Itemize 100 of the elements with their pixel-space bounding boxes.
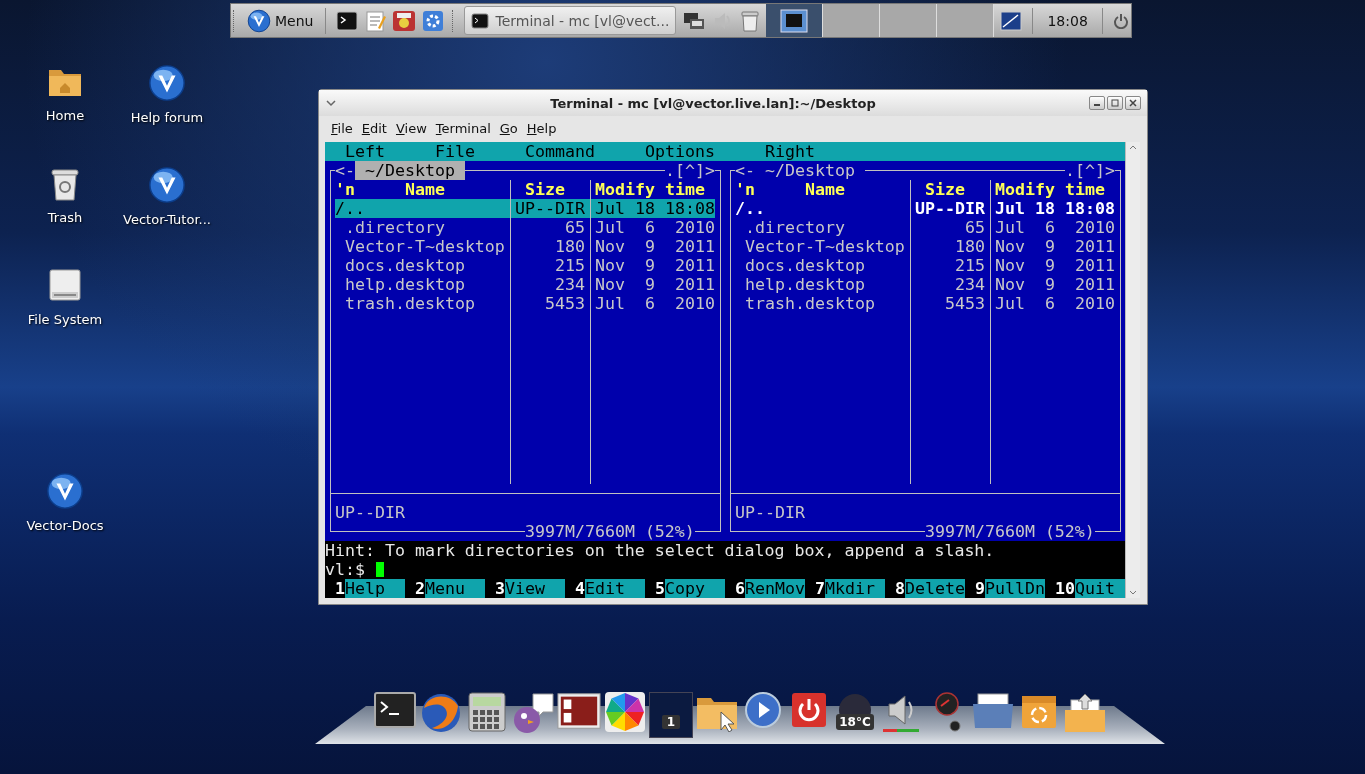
function-key[interactable]: Edit: [585, 579, 645, 598]
file-size: 5453: [544, 294, 585, 313]
icon-label[interactable]: File System: [27, 312, 103, 327]
logo-icon[interactable]: [46, 472, 84, 510]
file-date: Nov 9 2011: [995, 256, 1115, 275]
shell-prompt: vl:$: [325, 560, 365, 579]
menu-item[interactable]: Command: [525, 142, 595, 161]
minimize-button[interactable]: [1089, 96, 1105, 110]
icon-label[interactable]: Vector-Docs: [26, 518, 104, 533]
power-icon[interactable]: [791, 692, 827, 728]
file-date: Jul 18 18:08: [995, 199, 1115, 218]
menu-item[interactable]: Left: [345, 142, 385, 161]
chevron-icon[interactable]: [325, 98, 337, 108]
file-date: Nov 9 2011: [995, 237, 1115, 256]
drive-icon[interactable]: [48, 268, 82, 304]
bird-icon[interactable]: [511, 692, 555, 734]
function-key[interactable]: Mkdir: [825, 579, 885, 598]
menu-item[interactable]: File: [435, 142, 475, 161]
icon-label[interactable]: Vector-Tutor...: [123, 212, 211, 227]
file-date: Jul 6 2010: [595, 218, 715, 237]
function-key[interactable]: Copy: [665, 579, 725, 598]
color-wheel-icon[interactable]: [605, 692, 645, 732]
file-size: 65: [964, 218, 985, 237]
close-button[interactable]: [1125, 96, 1141, 110]
menu-item[interactable]: Options: [645, 142, 715, 161]
file-name: docs.desktop: [745, 256, 866, 275]
icon-label[interactable]: Help forum: [130, 110, 204, 125]
workspace[interactable]: [766, 4, 824, 37]
menu-item[interactable]: Edit: [361, 120, 387, 136]
file-size: 234: [554, 275, 585, 294]
file-row[interactable]: /.. UP--DIR Jul 18 18:08: [335, 199, 715, 218]
file-size: UP--DIR: [915, 199, 985, 218]
calculator-icon[interactable]: [468, 692, 506, 732]
file-date: Jul 6 2010: [995, 218, 1115, 237]
file-size: 65: [564, 218, 585, 237]
function-key[interactable]: Quit: [1075, 579, 1125, 598]
workspace-pager[interactable]: 1: [649, 692, 693, 738]
file-size: 215: [954, 256, 985, 275]
menu-item[interactable]: View: [395, 120, 427, 136]
function-key[interactable]: Delete: [905, 579, 965, 598]
close-icon: [1129, 99, 1137, 107]
browser-icon[interactable]: [420, 692, 462, 734]
panel-history[interactable]: .[^]>: [1065, 161, 1115, 180]
taskbar-button[interactable]: Terminal - mc [vl@vect...: [464, 6, 677, 35]
function-key[interactable]: RenMov: [745, 579, 805, 598]
file-row[interactable]: trash.desktop 5453 Jul 6 2010: [735, 294, 1115, 313]
menu-item[interactable]: Help: [526, 120, 557, 136]
function-key[interactable]: Help: [345, 579, 405, 598]
menu-item[interactable]: File: [331, 120, 353, 136]
file-row[interactable]: .directory 65 Jul 6 2010: [735, 218, 1115, 237]
menu-item[interactable]: Go: [499, 120, 518, 136]
logo-icon[interactable]: [247, 8, 271, 33]
upload-folder-icon[interactable]: [1063, 692, 1107, 734]
file-date: Nov 9 2011: [595, 237, 715, 256]
file-name: .directory: [745, 218, 846, 237]
file-row[interactable]: trash.desktop 5453 Jul 6 2010: [335, 294, 715, 313]
column-header: Size: [925, 180, 965, 199]
logo-icon[interactable]: [148, 166, 186, 204]
settings-icon[interactable]: [422, 9, 445, 32]
file-row[interactable]: Vector-T~desktop 180 Nov 9 2011: [335, 237, 715, 256]
file-name: .directory: [345, 218, 446, 237]
icon-label[interactable]: Home: [45, 108, 85, 123]
file-cabinet-icon[interactable]: [972, 692, 1014, 730]
weather-widget[interactable]: 18°C: [833, 692, 877, 738]
menu-item[interactable]: Terminal: [435, 120, 491, 136]
file-row[interactable]: help.desktop 234 Nov 9 2011: [735, 275, 1115, 294]
file-row[interactable]: help.desktop 234 Nov 9 2011: [335, 275, 715, 294]
function-key[interactable]: Menu: [425, 579, 485, 598]
terminal-icon[interactable]: [336, 10, 359, 31]
file-row[interactable]: /.. UP--DIR Jul 18 18:08: [735, 199, 1115, 218]
app-icon[interactable]: [392, 9, 417, 32]
file-date: Nov 9 2011: [595, 275, 715, 294]
display-icon[interactable]: [1000, 9, 1023, 32]
icon-label[interactable]: Trash: [47, 210, 83, 225]
panel-history[interactable]: .[^]>: [665, 161, 715, 180]
function-key[interactable]: PullDn: [985, 579, 1045, 598]
trash-icon[interactable]: [48, 166, 82, 202]
file-name: docs.desktop: [345, 256, 466, 275]
file-row[interactable]: Vector-T~desktop 180 Nov 9 2011: [735, 237, 1115, 256]
scrollbar[interactable]: [1125, 142, 1140, 598]
file-date: Jul 6 2010: [995, 294, 1115, 313]
file-size: 180: [554, 237, 585, 256]
column-header: Modify time: [995, 180, 1105, 199]
column-header: Modify time: [595, 180, 705, 199]
file-row[interactable]: docs.desktop 215 Nov 9 2011: [735, 256, 1115, 275]
logo-icon[interactable]: [148, 64, 186, 102]
play-icon[interactable]: [745, 692, 781, 728]
clock[interactable]: 18:08: [1043, 12, 1092, 29]
file-size: 234: [954, 275, 985, 294]
terminal-icon[interactable]: [374, 692, 416, 728]
slides-icon[interactable]: [557, 692, 601, 730]
function-key[interactable]: View: [505, 579, 565, 598]
speaker-icon[interactable]: [881, 692, 921, 734]
column-header: Name: [405, 180, 445, 199]
disk-usage: 3997M/7660M (52%): [525, 522, 695, 541]
menu-item[interactable]: Right: [765, 142, 815, 161]
text-cursor: [376, 562, 384, 577]
file-row[interactable]: docs.desktop 215 Nov 9 2011: [335, 256, 715, 275]
menu-button[interactable]: Menu: [245, 8, 316, 33]
file-row[interactable]: .directory 65 Jul 6 2010: [335, 218, 715, 237]
